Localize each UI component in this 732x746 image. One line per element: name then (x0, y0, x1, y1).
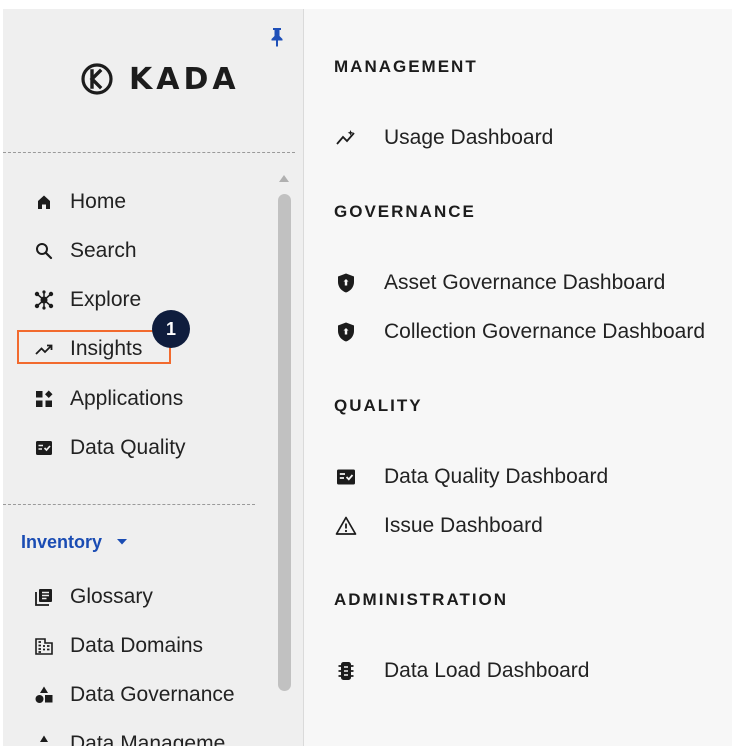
menu-item-label: Asset Governance Dashboard (384, 271, 666, 294)
warning-icon (334, 514, 358, 538)
scroll-up-icon[interactable] (277, 173, 291, 183)
sidebar-item-label: Data Governance (70, 683, 235, 706)
menu-item-data-load-dashboard[interactable]: Data Load Dashboard (334, 656, 589, 686)
sidebar-item-home[interactable]: Home (33, 187, 126, 217)
sidebar-item-applications[interactable]: Applications (33, 384, 183, 414)
applications-icon (33, 388, 55, 410)
menu-item-label: Issue Dashboard (384, 514, 543, 537)
menu-item-asset-governance-dashboard[interactable]: Asset Governance Dashboard (334, 268, 665, 298)
section-title-administration: ADMINISTRATION (334, 590, 509, 609)
menu-item-label: Usage Dashboard (384, 126, 554, 149)
sidebar-item-label: Explore (70, 288, 142, 311)
menu-item-label: Data Quality Dashboard (384, 465, 609, 488)
sidebar-item-label: Data Quality (70, 436, 186, 459)
logo-text: KADA (129, 61, 240, 97)
scrollbar-thumb[interactable] (278, 194, 291, 691)
sidebar-item-label: Data Manageme (70, 732, 226, 746)
sidebar: KADA Home Search Explore Insights 1 Appl… (3, 9, 304, 746)
section-title-management: MANAGEMENT (334, 57, 478, 76)
inventory-toggle[interactable]: Inventory (21, 529, 128, 555)
data-load-icon (334, 659, 358, 683)
menu-item-usage-dashboard[interactable]: Usage Dashboard (334, 123, 553, 153)
sidebar-item-data-quality[interactable]: Data Quality (33, 433, 186, 463)
shield-icon (334, 320, 358, 344)
menu-item-collection-governance-dashboard[interactable]: Collection Governance Dashboard (334, 317, 705, 347)
logo: KADA (81, 61, 240, 97)
data-quality-icon (334, 465, 358, 489)
search-icon (33, 240, 55, 262)
caret-down-icon (117, 539, 128, 545)
kada-logo-icon (81, 63, 113, 95)
highlight-box (17, 330, 171, 364)
insights-menu-panel: MANAGEMENT Usage Dashboard GOVERNANCE As… (304, 9, 732, 746)
sidebar-item-search[interactable]: Search (33, 236, 137, 266)
governance-icon (33, 684, 55, 706)
section-title-governance: GOVERNANCE (334, 202, 476, 221)
step-badge: 1 (152, 310, 190, 348)
inventory-label: Inventory (21, 531, 103, 552)
sidebar-item-label: Applications (70, 387, 184, 410)
menu-item-label: Data Load Dashboard (384, 659, 590, 682)
divider (3, 504, 255, 505)
management-icon (33, 733, 55, 746)
glossary-icon (33, 586, 55, 608)
divider (3, 152, 295, 153)
domains-icon (33, 635, 55, 657)
sidebar-item-data-governance[interactable]: Data Governance (33, 680, 235, 710)
menu-item-label: Collection Governance Dashboard (384, 320, 706, 343)
sidebar-item-label: Data Domains (70, 634, 204, 657)
pin-icon[interactable] (269, 27, 285, 47)
shield-icon (334, 271, 358, 295)
usage-icon (334, 126, 358, 150)
sidebar-item-label: Search (70, 239, 137, 262)
sidebar-item-explore[interactable]: Explore (33, 285, 141, 315)
menu-item-data-quality-dashboard[interactable]: Data Quality Dashboard (334, 462, 608, 492)
home-icon (33, 191, 55, 213)
explore-icon (33, 289, 55, 311)
menu-item-issue-dashboard[interactable]: Issue Dashboard (334, 511, 543, 541)
sidebar-item-label: Glossary (70, 585, 153, 608)
sidebar-item-data-management[interactable]: Data Manageme (33, 729, 225, 746)
section-title-quality: QUALITY (334, 396, 423, 415)
sidebar-item-data-domains[interactable]: Data Domains (33, 631, 203, 661)
sidebar-item-glossary[interactable]: Glossary (33, 582, 153, 612)
data-quality-icon (33, 437, 55, 459)
sidebar-item-label: Home (70, 190, 127, 213)
